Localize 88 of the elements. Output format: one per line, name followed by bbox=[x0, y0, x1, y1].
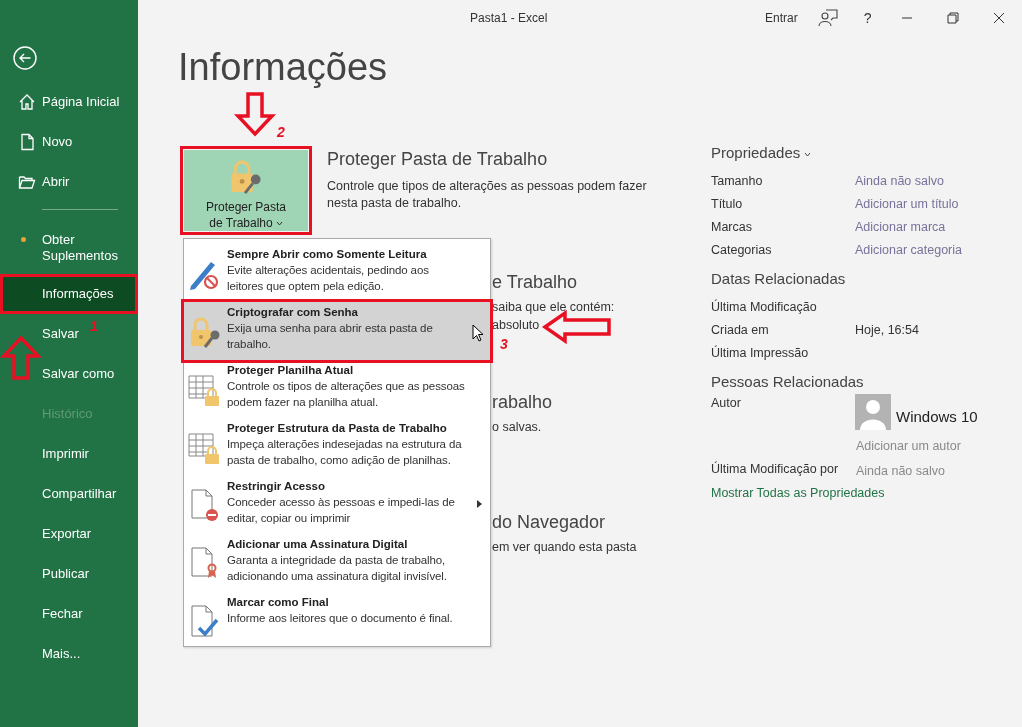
option-title: Sempre Abrir como Somente Leitura bbox=[227, 247, 428, 262]
section-title: e Trabalho bbox=[492, 271, 578, 293]
protect-workbook-button[interactable]: Proteger Pasta de Trabalho bbox=[184, 150, 308, 231]
menu-item[interactable]: Página Inicial bbox=[0, 82, 124, 122]
option-description: Controle os tipos de alterações que as pessoas podem fazer na planilha atual. bbox=[227, 379, 466, 410]
caret-icon bbox=[275, 221, 283, 227]
property-label: Última Modificação bbox=[711, 299, 818, 314]
menu-item[interactable]: Publicar bbox=[0, 554, 93, 594]
option-description: Informe aos leitores que o documento é final. bbox=[227, 611, 454, 626]
menu-option[interactable]: Proteger Estrutura da Pasta de Trabalho Impeça alterações indesejadas na estrutura da pasta de trabalho, como adição de planilhas. bbox=[184, 418, 490, 476]
group-heading[interactable]: Propriedades bbox=[711, 143, 1011, 163]
property-value: Hoje, 16:54 bbox=[855, 322, 919, 337]
sign-in-link[interactable]: Entrar bbox=[765, 10, 798, 25]
menu-option[interactable]: Marcar como Final Informe aos leitores que o documento é final. bbox=[184, 592, 490, 650]
option-title: Marcar como Final bbox=[227, 595, 330, 610]
menu-option[interactable]: Sempre Abrir como Somente Leitura Evite alterações acidentais, pedindo aos leitores que optem pela edição. bbox=[184, 244, 490, 302]
section-description: o salvas. bbox=[492, 419, 542, 436]
section-title: rabalho bbox=[492, 391, 553, 413]
option-title: Adicionar uma Assinatura Digital bbox=[227, 537, 409, 552]
avatar-icon bbox=[855, 394, 891, 430]
section-title: do Navegador bbox=[492, 511, 606, 533]
back-button[interactable] bbox=[13, 46, 37, 70]
option-title: Restringir Acesso bbox=[227, 479, 326, 494]
section-description: saiba que ele contém: bbox=[492, 299, 615, 316]
author-name: Windows 10 bbox=[896, 408, 978, 425]
property-value-field[interactable]: Adicionar categoria bbox=[855, 242, 962, 257]
menu-item[interactable]: Imprimir bbox=[0, 434, 93, 474]
menu-option[interactable]: Criptografar com Senha Exija uma senha para abrir esta pasta de trabalho. bbox=[184, 302, 490, 360]
menu-option[interactable]: Adicionar uma Assinatura Digital Garanta a integridade da pasta de trabalho, adicionando uma assinatura digital invisível. bbox=[184, 534, 490, 592]
menu-item[interactable]: Mais... bbox=[0, 634, 85, 674]
section-description: Controle que tipos de alterações as pessoas podem fazer nesta pasta de trabalho. bbox=[327, 178, 648, 212]
sheet-lock-icon bbox=[187, 430, 221, 464]
menu-option[interactable]: Proteger Planilha Atual Controle os tipos de alterações que as pessoas podem fazer na planilha atual. bbox=[184, 360, 490, 418]
restore-icon[interactable] bbox=[947, 11, 960, 24]
option-title: Criptografar com Senha bbox=[227, 305, 359, 320]
section-description: em ver quando esta pasta bbox=[492, 539, 637, 556]
callout-arrow bbox=[236, 92, 274, 136]
help-button[interactable]: ? bbox=[863, 9, 872, 26]
property-label: Categorias bbox=[711, 242, 773, 257]
property-value-field[interactable]: Adicionar marca bbox=[855, 219, 946, 234]
feedback-icon[interactable] bbox=[817, 8, 838, 27]
menu-item[interactable]: Abrir bbox=[0, 162, 74, 202]
menu-item[interactable]: Salvar como bbox=[0, 354, 119, 394]
show-all-properties-link[interactable]: Mostrar Todas as Propriedades bbox=[711, 486, 885, 500]
lock-key-icon bbox=[228, 160, 264, 195]
menu-option[interactable]: Restringir Acesso Conceder acesso às pessoas e impedi-las de editar, copiar ou imprimir bbox=[184, 476, 490, 534]
mouse-cursor-icon bbox=[472, 324, 484, 342]
menu-item[interactable]: Salvar bbox=[0, 314, 83, 354]
callout-arrow bbox=[2, 336, 40, 380]
option-description: Exija uma senha para abrir esta pasta de trabalho. bbox=[227, 321, 434, 352]
folder-icon bbox=[18, 173, 36, 191]
menu-item[interactable]: Informações bbox=[0, 274, 138, 314]
menu-item[interactable]: Novo bbox=[0, 122, 77, 162]
option-title: Proteger Estrutura da Pasta de Trabalho bbox=[227, 421, 448, 436]
property-label: Título bbox=[711, 196, 744, 211]
menu-item[interactable]: Fechar bbox=[0, 594, 87, 634]
group-heading: Datas Relacionadas bbox=[711, 269, 847, 289]
option-description: Evite alterações acidentais, pedindo aos leitores que optem pela edição. bbox=[227, 263, 430, 294]
option-description: Garanta a integridade da pasta de trabalho, adicionando uma assinatura digital invisível. bbox=[227, 553, 448, 584]
group-heading: Pessoas Relacionadas bbox=[711, 372, 865, 392]
close-icon[interactable] bbox=[993, 11, 1006, 24]
callout-number: 1 bbox=[90, 318, 98, 334]
section-title: Proteger Pasta de Trabalho bbox=[327, 148, 549, 170]
option-description: Conceder acesso às pessoas e impedi-las de editar, copiar ou imprimir bbox=[227, 495, 456, 526]
menu-item[interactable]: Obter Suplementos bbox=[0, 226, 136, 270]
callout-number: 2 bbox=[277, 124, 285, 140]
section-description: absoluto bbox=[492, 317, 540, 334]
caret-icon bbox=[804, 151, 812, 157]
property-value-field[interactable]: Ainda não salvo bbox=[855, 173, 944, 188]
add-author-field[interactable]: Adicionar um autor bbox=[856, 438, 961, 453]
property-label: Marcas bbox=[711, 219, 753, 234]
sheet-lock-icon bbox=[187, 372, 221, 406]
document-icon bbox=[18, 133, 36, 151]
property-value: Ainda não salvo bbox=[856, 463, 945, 478]
page-heading: Informações bbox=[178, 45, 389, 90]
property-label: Autor bbox=[711, 396, 742, 410]
property-label: Última Modificação por bbox=[711, 461, 840, 476]
menu-item[interactable]: Exportar bbox=[0, 514, 96, 554]
callout-number: 3 bbox=[500, 336, 508, 352]
option-title: Proteger Planilha Atual bbox=[227, 363, 355, 378]
home-icon bbox=[18, 93, 36, 111]
property-label: Criada em bbox=[711, 322, 770, 337]
property-label: Tamanho bbox=[711, 173, 764, 188]
property-label: Última Impressão bbox=[711, 345, 810, 360]
option-description: Impeça alterações indesejadas na estrutura da pasta de trabalho, como adição de planilhas. bbox=[227, 437, 463, 468]
window-title: Pasta1 - Excel bbox=[470, 10, 549, 25]
property-value-field[interactable]: Adicionar um título bbox=[855, 196, 959, 211]
menu-item[interactable]: Compartilhar bbox=[0, 474, 121, 514]
